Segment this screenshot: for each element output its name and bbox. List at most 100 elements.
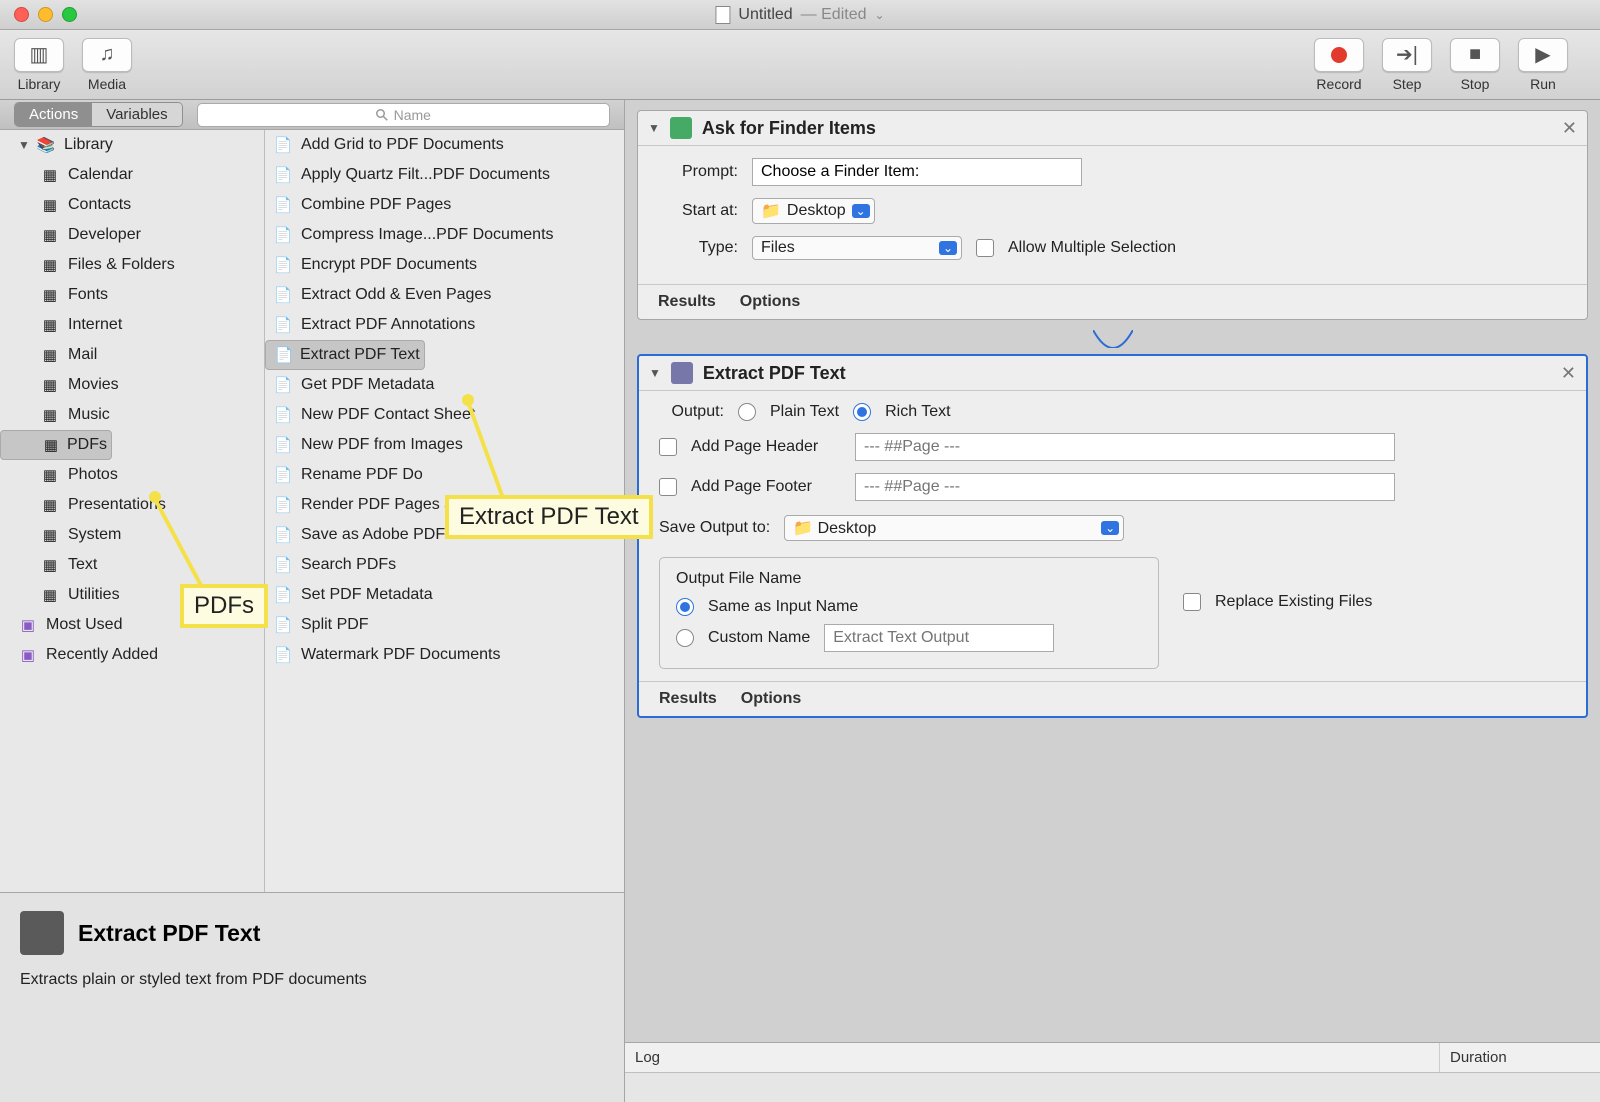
close-window-button[interactable]: [14, 7, 29, 22]
action-item[interactable]: 📄New PDF Contact Sheet: [265, 400, 624, 430]
toolbar: ▥ Library ♫ Media Record ➔| Step ■ Stop …: [0, 30, 1600, 100]
action-item[interactable]: 📄Extract PDF Annotations: [265, 310, 624, 340]
action-item[interactable]: 📄Combine PDF Pages: [265, 190, 624, 220]
action-item[interactable]: 📄Search PDFs: [265, 550, 624, 580]
save-output-select[interactable]: 📁 Desktop ⌄: [784, 515, 1124, 541]
action-item[interactable]: 📄Save as Adobe PDF: [265, 520, 624, 550]
rich-text-radio[interactable]: [853, 403, 871, 421]
category-item[interactable]: ▦Internet: [0, 310, 264, 340]
log-header[interactable]: Log: [625, 1043, 1440, 1072]
allow-multiple-checkbox[interactable]: [976, 239, 994, 257]
category-item[interactable]: ▦Developer: [0, 220, 264, 250]
results-button[interactable]: Results: [658, 293, 716, 311]
add-header-label: Add Page Header: [691, 438, 841, 456]
folder-icon: ▦: [40, 525, 60, 545]
workflow-step-ask-finder[interactable]: ▼ Ask for Finder Items ✕ Prompt: Start a…: [637, 110, 1588, 320]
custom-name-radio[interactable]: [676, 629, 694, 647]
action-icon: 📄: [273, 135, 293, 155]
same-name-label: Same as Input Name: [708, 598, 858, 616]
action-item[interactable]: 📄Watermark PDF Documents: [265, 640, 624, 670]
folder-icon: ▦: [40, 225, 60, 245]
category-item[interactable]: ▦Calendar: [0, 160, 264, 190]
category-item[interactable]: ▦Mail: [0, 340, 264, 370]
smart-folder-item[interactable]: ▣Most Used: [0, 610, 264, 640]
category-item[interactable]: ▦Utilities: [0, 580, 264, 610]
folder-icon: 📁: [793, 520, 813, 537]
category-item[interactable]: ▦System: [0, 520, 264, 550]
action-item[interactable]: 📄Apply Quartz Filt...PDF Documents: [265, 160, 624, 190]
library-root-item[interactable]: ▼📚Library: [0, 130, 264, 160]
action-item[interactable]: 📄Render PDF Pages as Images: [265, 490, 624, 520]
action-item[interactable]: 📄Get PDF Metadata: [265, 370, 624, 400]
action-item[interactable]: 📄Extract Odd & Even Pages: [265, 280, 624, 310]
category-item[interactable]: ▦Contacts: [0, 190, 264, 220]
action-big-icon: [20, 911, 64, 955]
results-button[interactable]: Results: [659, 690, 717, 708]
duration-header[interactable]: Duration: [1440, 1043, 1600, 1072]
record-button[interactable]: Record: [1314, 38, 1364, 92]
close-icon[interactable]: ✕: [1561, 363, 1576, 384]
category-item[interactable]: ▦Files & Folders: [0, 250, 264, 280]
tab-actions[interactable]: Actions: [15, 103, 92, 126]
category-item[interactable]: ▦Fonts: [0, 280, 264, 310]
action-item[interactable]: 📄Encrypt PDF Documents: [265, 250, 624, 280]
record-icon: [1314, 38, 1364, 72]
workflow-step-extract-pdf-text[interactable]: ▼ Extract PDF Text ✕ Output: Plain Text …: [637, 354, 1588, 718]
category-item[interactable]: ▦Photos: [0, 460, 264, 490]
window-title[interactable]: Untitled — Edited ⌄: [715, 6, 884, 24]
run-button[interactable]: ▶ Run: [1518, 38, 1568, 92]
workflow-panel: ▼ Ask for Finder Items ✕ Prompt: Start a…: [625, 100, 1600, 1102]
action-item[interactable]: 📄Extract PDF Text: [265, 340, 425, 370]
folder-icon: ▦: [40, 315, 60, 335]
action-item[interactable]: 📄Rename PDF Do: [265, 460, 624, 490]
step-button[interactable]: ➔| Step: [1382, 38, 1432, 92]
category-item[interactable]: ▦Movies: [0, 370, 264, 400]
document-icon: [715, 6, 730, 24]
action-list[interactable]: 📄Add Grid to PDF Documents📄Apply Quartz …: [265, 130, 624, 892]
same-name-radio[interactable]: [676, 598, 694, 616]
category-item[interactable]: ▦Text: [0, 550, 264, 580]
category-item[interactable]: ▦Music: [0, 400, 264, 430]
custom-name-input[interactable]: [824, 624, 1054, 652]
action-item[interactable]: 📄Compress Image...PDF Documents: [265, 220, 624, 250]
close-icon[interactable]: ✕: [1562, 118, 1577, 139]
zoom-window-button[interactable]: [62, 7, 77, 22]
add-footer-checkbox[interactable]: [659, 478, 677, 496]
header-input[interactable]: [855, 433, 1395, 461]
action-icon: 📄: [273, 585, 293, 605]
connector-icon: [637, 330, 1588, 348]
stop-button[interactable]: ■ Stop: [1450, 38, 1500, 92]
options-button[interactable]: Options: [741, 690, 801, 708]
action-item[interactable]: 📄Set PDF Metadata: [265, 580, 624, 610]
category-item[interactable]: ▦Presentations: [0, 490, 264, 520]
action-item[interactable]: 📄Add Grid to PDF Documents: [265, 130, 624, 160]
options-button[interactable]: Options: [740, 293, 800, 311]
smart-folder-item[interactable]: ▣Recently Added: [0, 640, 264, 670]
action-icon: 📄: [273, 495, 293, 515]
prompt-input[interactable]: [752, 158, 1082, 186]
action-icon: 📄: [274, 345, 294, 365]
media-button[interactable]: ♫ Media: [82, 38, 132, 92]
category-list[interactable]: ▼📚Library▦Calendar▦Contacts▦Developer▦Fi…: [0, 130, 265, 892]
add-header-checkbox[interactable]: [659, 438, 677, 456]
start-at-select[interactable]: 📁 Desktop ⌄: [752, 198, 875, 224]
action-icon: 📄: [273, 375, 293, 395]
action-item[interactable]: 📄Split PDF: [265, 610, 624, 640]
library-toggle-button[interactable]: ▥ Library: [14, 38, 64, 92]
plain-text-radio[interactable]: [738, 403, 756, 421]
search-input[interactable]: Name: [197, 103, 610, 127]
workflow-area[interactable]: ▼ Ask for Finder Items ✕ Prompt: Start a…: [625, 100, 1600, 1042]
disclosure-triangle-icon[interactable]: ▼: [648, 121, 660, 135]
replace-existing-checkbox[interactable]: [1183, 593, 1201, 611]
folder-icon: ▦: [40, 285, 60, 305]
type-select[interactable]: Files ⌄: [752, 236, 962, 260]
minimize-window-button[interactable]: [38, 7, 53, 22]
action-item[interactable]: 📄New PDF from Images: [265, 430, 624, 460]
category-item[interactable]: ▦PDFs: [0, 430, 112, 460]
disclosure-triangle-icon[interactable]: ▼: [649, 366, 661, 380]
tab-variables[interactable]: Variables: [92, 103, 181, 126]
type-label: Type:: [658, 239, 738, 257]
library-panel: Actions Variables Name ▼📚Library▦Calenda…: [0, 100, 625, 1102]
footer-input[interactable]: [855, 473, 1395, 501]
action-icon: 📄: [273, 195, 293, 215]
